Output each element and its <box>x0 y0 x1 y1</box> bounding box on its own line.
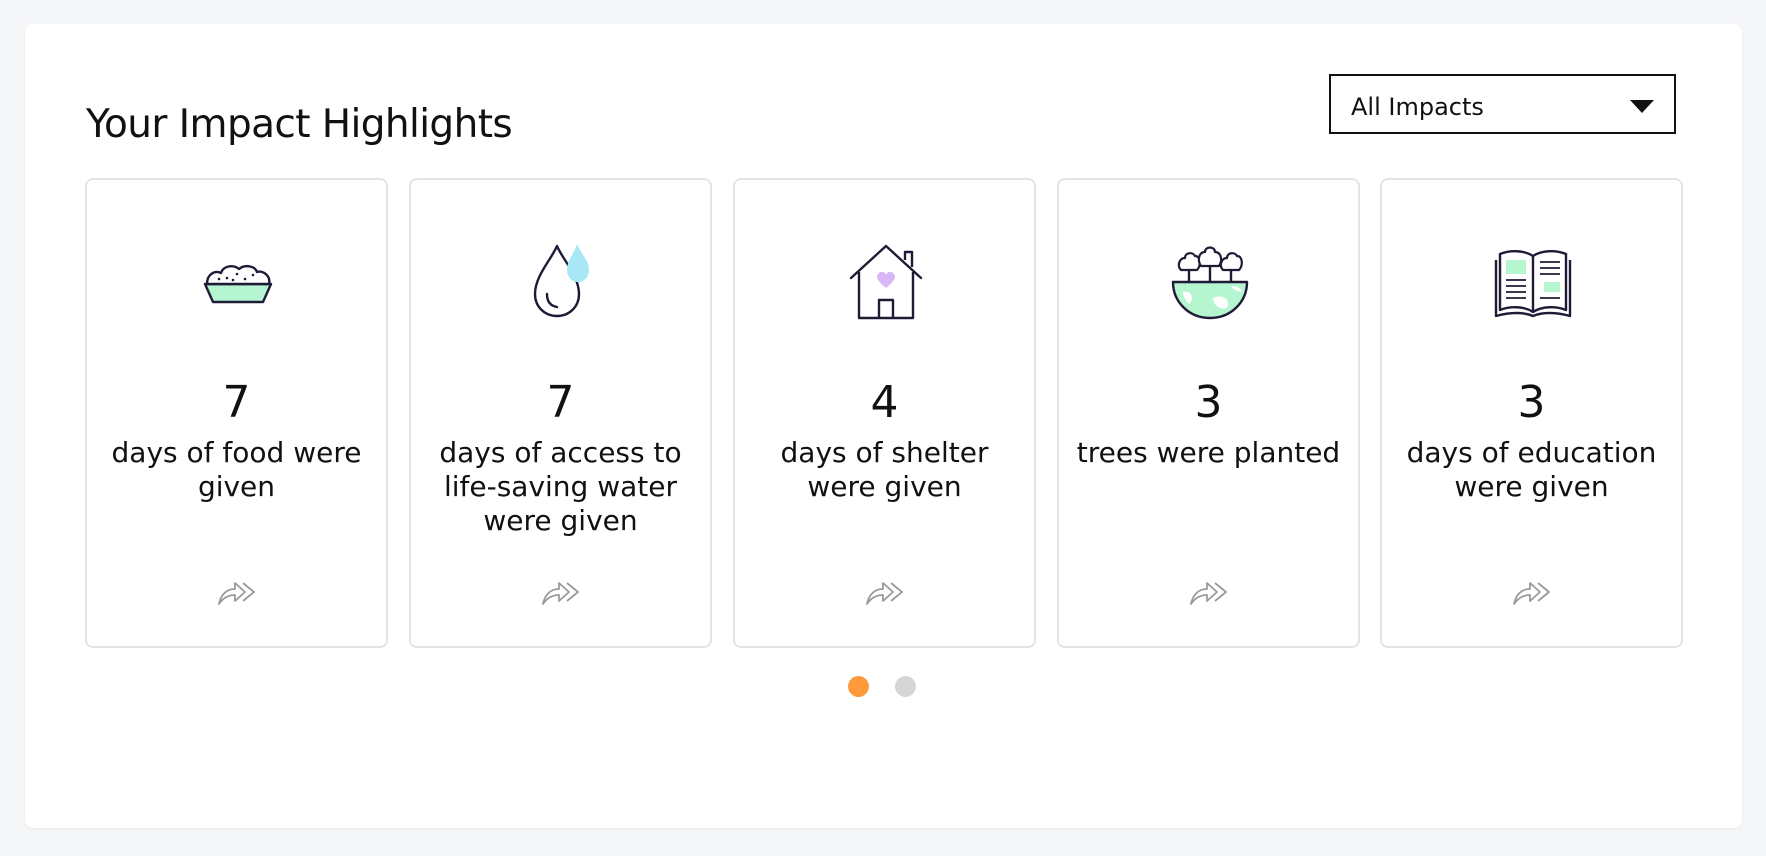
impact-card-food[interactable]: 7 days of food were given <box>85 178 388 648</box>
impact-card-education[interactable]: 3 days of education were given <box>1380 178 1683 648</box>
impact-value: 3 <box>1194 377 1223 428</box>
share-arrow-icon[interactable] <box>865 578 907 608</box>
impact-description: days of education were given <box>1406 436 1657 503</box>
food-bowl-icon <box>197 240 279 322</box>
open-book-icon <box>1492 240 1574 322</box>
impact-cards-carousel: 7 days of food were given 7 days of acce… <box>85 178 1683 648</box>
impact-description: trees were planted <box>1076 436 1341 469</box>
impact-description: days of shelter were given <box>780 436 989 503</box>
impact-value: 3 <box>1517 377 1546 428</box>
house-heart-icon <box>845 240 927 322</box>
carousel-pagination <box>848 676 948 700</box>
impact-card-water[interactable]: 7 days of access to life-saving water we… <box>409 178 712 648</box>
share-arrow-icon[interactable] <box>541 578 583 608</box>
pagination-dot-1[interactable] <box>848 676 869 697</box>
impact-card-shelter[interactable]: 4 days of shelter were given <box>733 178 1036 648</box>
impact-card-trees[interactable]: 3 trees were planted <box>1057 178 1360 648</box>
share-arrow-icon[interactable] <box>217 578 259 608</box>
impact-filter-dropdown[interactable]: All Impacts <box>1329 74 1676 134</box>
impact-filter-value: All Impacts <box>1351 93 1484 121</box>
impact-value: 4 <box>870 377 899 428</box>
impact-value: 7 <box>546 377 575 428</box>
water-drop-icon <box>521 240 603 322</box>
impact-description: days of food were given <box>111 436 362 503</box>
share-arrow-icon[interactable] <box>1189 578 1231 608</box>
impact-highlights-panel: Your Impact Highlights All Impacts 7 day… <box>25 24 1742 828</box>
page-title: Your Impact Highlights <box>86 102 513 147</box>
share-arrow-icon[interactable] <box>1512 578 1554 608</box>
globe-trees-icon <box>1169 240 1251 322</box>
impact-description: days of access to life-saving water were… <box>439 436 682 537</box>
caret-down-icon <box>1630 100 1654 113</box>
pagination-dot-2[interactable] <box>895 676 916 697</box>
impact-value: 7 <box>222 377 251 428</box>
